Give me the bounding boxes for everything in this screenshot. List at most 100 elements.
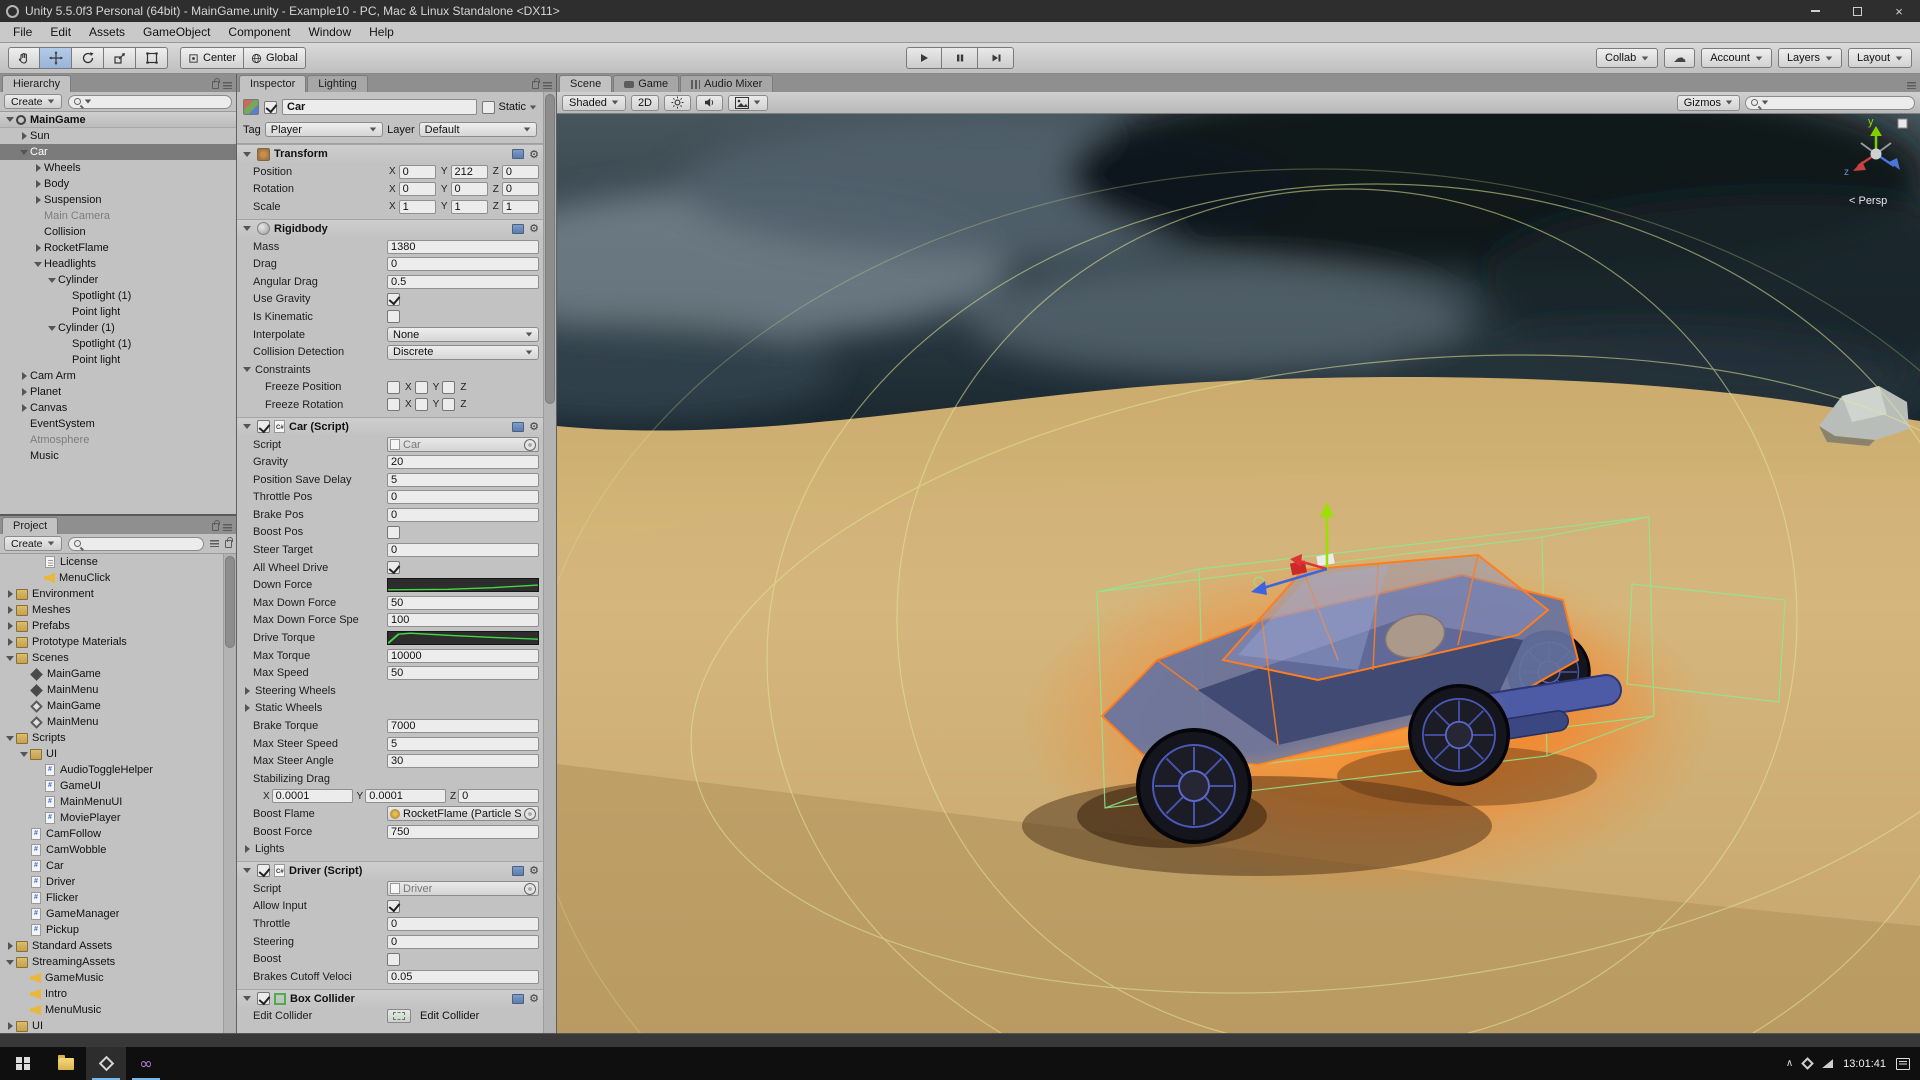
hierarchy-item-cam-arm[interactable]: Cam Arm [0,368,236,384]
component-header-driver-script[interactable]: Driver (Script)⚙ [237,862,543,880]
hierarchy-item-cylinder-1[interactable]: Cylinder (1) [0,320,236,336]
text-field[interactable]: 750 [387,825,539,839]
y-field[interactable]: 1 [451,200,488,214]
project-item-driver[interactable]: Driver [0,874,236,890]
hierarchy-item-headlights[interactable]: Headlights [0,256,236,272]
freeze-z-checkbox[interactable] [442,381,455,394]
menu-window[interactable]: Window [299,22,360,42]
hierarchy-item-wheels[interactable]: Wheels [0,160,236,176]
rect-tool-button[interactable] [136,47,168,69]
project-item-ui[interactable]: UI [0,1018,236,1033]
project-scrollbar[interactable] [223,554,236,1033]
z-field[interactable]: 0 [502,182,539,196]
tab-inspector[interactable]: Inspector [239,75,306,92]
tab-lighting[interactable]: Lighting [307,75,368,92]
x-field[interactable]: 1 [399,200,436,214]
object-picker-icon[interactable] [524,883,536,895]
tray-unity-icon[interactable] [1801,1057,1814,1070]
text-field[interactable]: 1380 [387,240,539,254]
hierarchy-item-planet[interactable]: Planet [0,384,236,400]
tag-dropdown[interactable]: Player [265,122,383,137]
checkbox[interactable] [387,561,400,574]
foldout-right-icon[interactable] [32,244,44,252]
tab-scene[interactable]: Scene [559,75,612,92]
search-by-label-icon[interactable] [225,540,232,548]
panel-menu-icon[interactable] [223,524,232,531]
y-field[interactable]: 0 [451,182,488,196]
menu-file[interactable]: File [4,22,41,42]
freeze-y-checkbox[interactable] [415,398,428,411]
foldout-right-icon[interactable] [4,1022,16,1030]
tab-project[interactable]: Project [2,517,58,534]
menu-component[interactable]: Component [219,22,299,42]
foldout-down-icon[interactable] [32,262,44,267]
menu-gameobject[interactable]: GameObject [134,22,219,42]
shading-mode-dropdown[interactable]: Shaded [562,95,626,111]
lock-icon[interactable] [212,81,219,89]
project-item-environment[interactable]: Environment [0,586,236,602]
hierarchy-item-music[interactable]: Music [0,448,236,464]
foldout-right-icon[interactable] [241,704,253,712]
text-field[interactable]: 100 [387,613,539,627]
freeze-z-checkbox[interactable] [442,398,455,411]
project-item-prototype-materials[interactable]: Prototype Materials [0,634,236,650]
z-field[interactable]: 0 [502,165,539,179]
lock-icon[interactable] [532,81,539,89]
inspector-scrollbar[interactable] [543,92,556,1033]
help-icon[interactable] [512,149,524,159]
foldout-right-icon[interactable] [4,590,16,598]
toolbar-layers-button[interactable]: Layers [1778,48,1842,68]
static-checkbox[interactable] [482,101,495,114]
hierarchy-item-atmosphere[interactable]: Atmosphere [0,432,236,448]
gizmo-y-label[interactable]: y [1868,116,1874,128]
text-field[interactable]: 0 [387,543,539,557]
project-create-button[interactable]: Create [4,536,62,551]
maximize-button[interactable] [1836,0,1878,22]
help-icon[interactable] [512,866,524,876]
text-field[interactable]: 10000 [387,649,539,663]
foldout-down-icon[interactable] [241,424,253,429]
project-item-gamemanager[interactable]: GameManager [0,906,236,922]
text-field[interactable]: 0 [387,257,539,271]
tab-game[interactable]: Game [613,75,679,92]
menu-help[interactable]: Help [360,22,403,42]
hierarchy-item-collision[interactable]: Collision [0,224,236,240]
foldout-down-icon[interactable] [18,150,30,155]
gear-icon[interactable]: ⚙ [529,149,539,160]
panel-menu-icon[interactable] [223,82,232,89]
taskbar-unity[interactable] [86,1047,126,1080]
search-by-type-icon[interactable] [210,540,219,547]
project-item-mainmenu[interactable]: MainMenu [0,682,236,698]
rotate-tool-button[interactable] [72,47,104,69]
name-field[interactable]: Car [282,99,477,115]
project-search-input[interactable] [68,537,204,551]
foldout-down-icon[interactable] [241,152,253,157]
toolbar-collab-button[interactable]: Collab [1596,48,1658,68]
hierarchy-item-canvas[interactable]: Canvas [0,400,236,416]
gizmo-z-label[interactable]: z [1844,167,1849,178]
text-field[interactable]: 0 [387,490,539,504]
close-button[interactable]: × [1878,0,1920,22]
text-field[interactable]: 0 [387,935,539,949]
x-field[interactable]: 0.0001 [272,789,353,803]
project-item-movieplayer[interactable]: MoviePlayer [0,810,236,826]
foldout-down-icon[interactable] [241,996,253,1001]
project-item-maingame[interactable]: MainGame [0,666,236,682]
y-field[interactable]: 0.0001 [365,789,446,803]
foldout-down-icon[interactable] [241,868,253,873]
hierarchy-item-main-camera[interactable]: Main Camera [0,208,236,224]
tab-audio-mixer[interactable]: Audio Mixer [680,75,773,92]
foldout-down-icon[interactable] [4,117,16,122]
component-header-transform[interactable]: Transform⚙ [237,145,543,163]
hierarchy-item-point-light[interactable]: Point light [0,304,236,320]
checkbox[interactable] [387,526,400,539]
gear-icon[interactable]: ⚙ [529,865,539,876]
project-item-intro[interactable]: Intro [0,986,236,1002]
checkbox[interactable] [387,900,400,913]
freeze-x-checkbox[interactable] [387,381,400,394]
x-field[interactable]: 0 [399,165,436,179]
project-item-flicker[interactable]: Flicker [0,890,236,906]
play-button[interactable] [906,47,942,69]
scrollbar-thumb[interactable] [545,94,555,404]
help-icon[interactable] [512,422,524,432]
